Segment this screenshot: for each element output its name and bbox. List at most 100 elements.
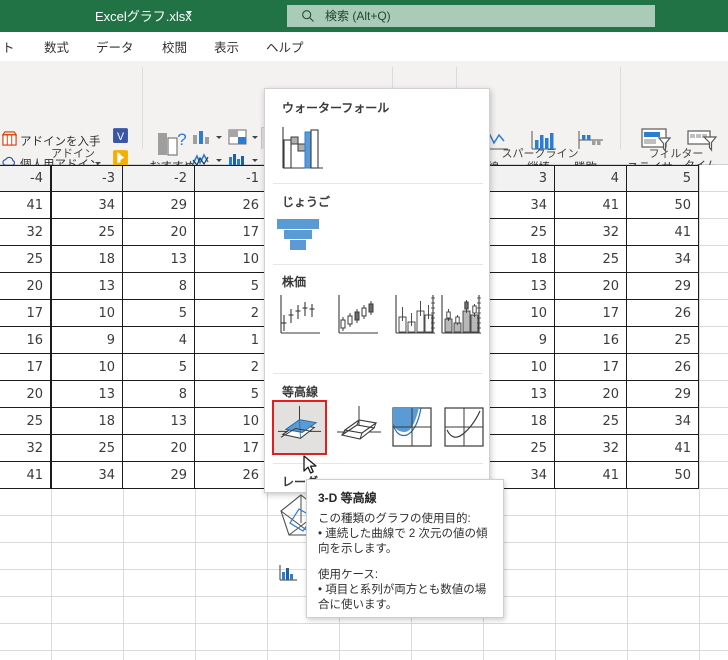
stock-high-low-close-option[interactable]	[273, 289, 325, 341]
visio-icon[interactable]: V	[112, 127, 129, 144]
stock-volume-open-high-low-close-option[interactable]	[435, 289, 487, 341]
column-chart-icon[interactable]	[191, 128, 213, 146]
tab-review[interactable]: 校閲	[162, 37, 187, 56]
table-cell[interactable]: 10	[51, 354, 123, 381]
table-cell[interactable]: 13	[483, 381, 555, 408]
table-cell[interactable]: 20	[555, 273, 627, 300]
table-cell[interactable]: 25	[0, 246, 51, 273]
table-cell[interactable]: 13	[51, 381, 123, 408]
table-cell[interactable]: 41	[0, 462, 51, 489]
table-cell[interactable]: 4	[123, 327, 195, 354]
table-header-cell[interactable]: -3	[51, 165, 123, 192]
table-cell[interactable]: 50	[627, 192, 699, 219]
table-cell[interactable]: 13	[123, 408, 195, 435]
table-cell[interactable]: 17	[195, 219, 267, 246]
table-cell[interactable]: 26	[627, 354, 699, 381]
table-cell[interactable]: 17	[195, 435, 267, 462]
table-cell[interactable]: 13	[51, 273, 123, 300]
table-cell[interactable]: 25	[0, 408, 51, 435]
chevron-down-icon[interactable]	[216, 136, 222, 139]
table-cell[interactable]: 5	[123, 354, 195, 381]
table-cell[interactable]: 5	[195, 381, 267, 408]
table-cell[interactable]: 9	[51, 327, 123, 354]
table-header-cell[interactable]: 3	[483, 165, 555, 192]
chevron-down-icon[interactable]	[216, 159, 222, 162]
chevron-down-icon[interactable]	[252, 136, 258, 139]
table-cell[interactable]: 18	[483, 246, 555, 273]
table-cell[interactable]: 29	[123, 462, 195, 489]
tab-help[interactable]: ヘルプ	[266, 37, 304, 56]
table-cell[interactable]: 41	[627, 435, 699, 462]
stock-open-high-low-close-option[interactable]	[331, 289, 383, 341]
table-cell[interactable]: 20	[555, 381, 627, 408]
table-cell[interactable]: 20	[0, 381, 51, 408]
table-cell[interactable]: 25	[483, 435, 555, 462]
table-header-cell[interactable]: -2	[123, 165, 195, 192]
table-cell[interactable]: 25	[51, 435, 123, 462]
table-cell[interactable]: 16	[0, 327, 51, 354]
surface-3d-option[interactable]	[272, 400, 327, 455]
table-cell[interactable]: 13	[483, 273, 555, 300]
table-cell[interactable]: 29	[123, 192, 195, 219]
table-cell[interactable]: 10	[483, 300, 555, 327]
chevron-down-icon[interactable]	[186, 11, 192, 15]
table-cell[interactable]: 34	[627, 246, 699, 273]
table-cell[interactable]: 10	[483, 354, 555, 381]
table-cell[interactable]: 18	[51, 408, 123, 435]
table-cell[interactable]: 10	[51, 300, 123, 327]
table-cell[interactable]: 13	[123, 246, 195, 273]
wireframe-3d-surface-option[interactable]	[333, 402, 385, 454]
tab-formulas[interactable]: 数式	[44, 37, 69, 56]
table-cell[interactable]: 18	[51, 246, 123, 273]
table-cell[interactable]: 8	[123, 381, 195, 408]
table-cell[interactable]: 17	[555, 300, 627, 327]
table-cell[interactable]: 32	[555, 219, 627, 246]
table-cell[interactable]: 26	[195, 462, 267, 489]
hierarchy-chart-icon[interactable]	[227, 128, 249, 146]
table-cell[interactable]: 34	[51, 192, 123, 219]
table-cell[interactable]: 20	[123, 435, 195, 462]
table-cell[interactable]: 9	[483, 327, 555, 354]
table-cell[interactable]: 20	[0, 273, 51, 300]
table-cell[interactable]: 41	[627, 219, 699, 246]
table-header-cell[interactable]: -1	[195, 165, 267, 192]
table-cell[interactable]: 10	[195, 408, 267, 435]
tab-insert[interactable]: ト	[2, 37, 15, 56]
table-cell[interactable]: 17	[0, 300, 51, 327]
table-cell[interactable]: 32	[0, 435, 51, 462]
table-cell[interactable]: 25	[555, 246, 627, 273]
table-cell[interactable]: 34	[483, 192, 555, 219]
table-cell[interactable]: 1	[195, 327, 267, 354]
table-header-cell[interactable]: -4	[0, 165, 51, 192]
table-cell[interactable]: 8	[123, 273, 195, 300]
table-cell[interactable]: 25	[51, 219, 123, 246]
table-cell[interactable]: 17	[555, 354, 627, 381]
table-cell[interactable]: 29	[627, 273, 699, 300]
recommended-charts-icon[interactable]: ?	[152, 127, 192, 159]
table-cell[interactable]: 50	[627, 462, 699, 489]
table-cell[interactable]: 32	[0, 219, 51, 246]
table-cell[interactable]: 29	[627, 381, 699, 408]
table-cell[interactable]: 2	[195, 300, 267, 327]
table-header-cell[interactable]: 4	[555, 165, 627, 192]
chevron-down-icon[interactable]	[252, 159, 258, 162]
table-cell[interactable]: 26	[195, 192, 267, 219]
table-cell[interactable]: 25	[483, 219, 555, 246]
table-cell[interactable]: 5	[195, 273, 267, 300]
contour-option[interactable]	[387, 402, 437, 452]
tab-view[interactable]: 表示	[214, 37, 239, 56]
search-input[interactable]	[323, 8, 623, 24]
table-cell[interactable]: 25	[555, 408, 627, 435]
wireframe-contour-option[interactable]	[439, 402, 489, 452]
table-cell[interactable]: 20	[123, 219, 195, 246]
table-cell[interactable]: 41	[555, 462, 627, 489]
stock-volume-high-low-close-option[interactable]	[389, 289, 441, 341]
waterfall-chart-option[interactable]	[273, 121, 329, 177]
search-box[interactable]	[287, 5, 655, 27]
funnel-chart-option[interactable]	[273, 215, 329, 257]
tab-data[interactable]: データ	[96, 37, 134, 56]
chart-type-gallery-dropdown[interactable]: ウォーターフォール じょうご 株価 等高線 レーダ	[264, 88, 490, 583]
table-cell[interactable]: 41	[0, 192, 51, 219]
more-charts-icon[interactable]	[277, 563, 299, 583]
table-cell[interactable]: 18	[483, 408, 555, 435]
